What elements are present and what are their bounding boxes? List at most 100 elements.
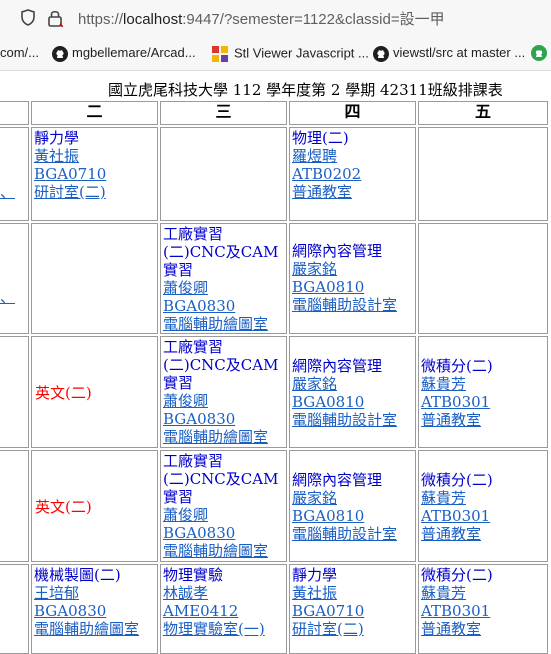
course-name: 網際內容管理 <box>292 471 383 489</box>
teacher-link[interactable]: 蘇貴芳 <box>421 584 545 602</box>
schedule-cell: 靜力學 黃社振 BGA0710 研討室(二) <box>289 564 416 654</box>
green-extension-icon[interactable] <box>531 44 547 62</box>
teacher-link[interactable]: 蘇貴芳 <box>421 375 545 393</box>
course-name: 靜力學 <box>34 129 80 147</box>
course-name: 微積分(二) <box>421 357 493 375</box>
place-link[interactable]: 研討室(二) <box>34 183 155 201</box>
schedule-cell: 網際內容管理 嚴家銘 BGA0810 電腦輔助設計室 <box>289 223 416 334</box>
teacher-link[interactable]: 黃社振 <box>34 147 155 165</box>
place-link[interactable]: 普通教室 <box>421 411 545 429</box>
github-icon <box>52 45 68 62</box>
url-prefix: https:// <box>78 11 124 28</box>
place-link[interactable]: 電腦輔助繪圖室 <box>163 542 284 560</box>
place-link[interactable]: 電腦輔助設計室 <box>292 525 413 543</box>
stl-icon <box>212 46 228 62</box>
schedule-cell: 微積分(二) 蘇貴芳 ATB0301 普通教室 <box>418 450 548 562</box>
bookmark-item[interactable]: Stl Viewer Javascript ... <box>211 45 369 63</box>
place-link[interactable]: 電腦輔助設計室 <box>292 411 413 429</box>
course-name: 物理實驗 <box>163 566 224 584</box>
course-name: 微積分(二) <box>421 471 493 489</box>
left-partial-header <box>0 101 29 125</box>
room-link[interactable]: BGA0710 <box>34 165 155 183</box>
left-partial-cell <box>0 450 29 562</box>
bookmark-label: mgbellemare/Arcad... <box>72 45 196 60</box>
schedule-cell: 機械製圖(二) 王培郁 BGA0830 電腦輔助繪圖室 <box>31 564 158 654</box>
bookmark-item[interactable]: mgbellemare/Arcad... <box>52 45 196 62</box>
schedule-cell-empty <box>160 127 287 221</box>
room-link[interactable]: ATB0301 <box>421 507 545 525</box>
room-link[interactable]: BGA0810 <box>292 278 413 296</box>
teacher-link[interactable]: 蕭俊卿 <box>163 279 284 297</box>
left-mark-link[interactable]: 、 <box>0 183 26 201</box>
course-name: 工廠實習(二)CNC及CAM實習 <box>163 338 279 392</box>
place-link[interactable]: 電腦輔助繪圖室 <box>34 620 155 638</box>
teacher-link[interactable]: 黃社振 <box>292 584 413 602</box>
place-link[interactable]: 電腦輔助繪圖室 <box>163 428 284 446</box>
url-text[interactable]: https://localhost:9447/?semester=1122&cl… <box>78 8 445 29</box>
teacher-link[interactable]: 嚴家銘 <box>292 260 413 278</box>
course-name: 工廠實習(二)CNC及CAM實習 <box>163 225 279 279</box>
room-link[interactable]: BGA0810 <box>292 507 413 525</box>
bookmark-label: com/... <box>0 45 40 60</box>
course-name-english: 英文(二) <box>35 498 92 516</box>
room-link[interactable]: ATB0202 <box>292 165 413 183</box>
teacher-link[interactable]: 王培郁 <box>34 584 155 602</box>
teacher-link[interactable]: 嚴家銘 <box>292 489 413 507</box>
bookmark-label: Stl Viewer Javascript ... <box>234 45 369 61</box>
teacher-link[interactable]: 蕭俊卿 <box>163 506 284 524</box>
room-link[interactable]: ATB0301 <box>421 602 545 620</box>
day-header-thu: 四 <box>289 101 416 125</box>
left-partial-cell <box>0 564 29 654</box>
schedule-cell: 網際內容管理 嚴家銘 BGA0810 電腦輔助設計室 <box>289 450 416 562</box>
left-partial-cell <box>0 336 29 448</box>
teacher-link[interactable]: 羅煜聘 <box>292 147 413 165</box>
address-bar[interactable]: https://localhost:9447/?semester=1122&cl… <box>0 0 551 36</box>
teacher-link[interactable]: 嚴家銘 <box>292 375 413 393</box>
teacher-link[interactable]: 蘇貴芳 <box>421 489 545 507</box>
schedule-cell: 微積分(二) 蘇貴芳 ATB0301 普通教室 <box>418 336 548 448</box>
place-link[interactable]: 普通教室 <box>421 620 545 638</box>
place-link[interactable]: 研討室(二) <box>292 620 413 638</box>
place-link[interactable]: 普通教室 <box>292 183 413 201</box>
course-name: 工廠實習(二)CNC及CAM實習 <box>163 452 279 506</box>
place-link[interactable]: 電腦輔助繪圖室 <box>163 315 284 333</box>
schedule-cell: 工廠實習(二)CNC及CAM實習 蕭俊卿 BGA0830 電腦輔助繪圖室 <box>160 450 287 562</box>
schedule-cell-empty <box>31 223 158 334</box>
github-icon <box>373 45 389 62</box>
bookmark-item[interactable]: viewstl/src at master ... <box>373 45 525 62</box>
place-link[interactable]: 普通教室 <box>421 525 545 543</box>
room-link[interactable]: AME0412 <box>163 602 284 620</box>
room-link[interactable]: ATB0301 <box>421 393 545 411</box>
day-header-tue: 二 <box>31 101 158 125</box>
left-mark-link[interactable]: 、 <box>0 288 26 306</box>
bookmark-label: viewstl/src at master ... <box>393 45 526 60</box>
course-name: 網際內容管理 <box>292 242 383 260</box>
lock-icon[interactable] <box>47 9 63 27</box>
bookmark-item[interactable]: com/... <box>0 45 39 60</box>
schedule-cell: 物理(二) 羅煜聘 ATB0202 普通教室 <box>289 127 416 221</box>
schedule-cell: 靜力學 黃社振 BGA0710 研討室(二) <box>31 127 158 221</box>
room-link[interactable]: BGA0830 <box>163 297 284 315</box>
teacher-link[interactable]: 林誠孝 <box>163 584 284 602</box>
page-title-row: 國立虎尾科技大學 112 學年度第 2 學期 42311班級排課表 <box>0 79 551 99</box>
room-link[interactable]: BGA0830 <box>34 602 155 620</box>
room-link[interactable]: BGA0830 <box>163 410 284 428</box>
day-header-fri: 五 <box>418 101 548 125</box>
room-link[interactable]: BGA0810 <box>292 393 413 411</box>
room-link[interactable]: BGA0830 <box>163 524 284 542</box>
place-link[interactable]: 電腦輔助設計室 <box>292 296 413 314</box>
schedule-cell: 工廠實習(二)CNC及CAM實習 蕭俊卿 BGA0830 電腦輔助繪圖室 <box>160 336 287 448</box>
schedule-cell: 網際內容管理 嚴家銘 BGA0810 電腦輔助設計室 <box>289 336 416 448</box>
teacher-link[interactable]: 蕭俊卿 <box>163 392 284 410</box>
left-partial-cell: 、 <box>0 127 29 221</box>
schedule-cell: 工廠實習(二)CNC及CAM實習 蕭俊卿 BGA0830 電腦輔助繪圖室 <box>160 223 287 334</box>
schedule-cell-empty <box>418 127 548 221</box>
shield-icon[interactable] <box>21 9 35 26</box>
schedule-cell: 英文(二) <box>31 450 158 562</box>
course-name: 物理(二) <box>292 129 349 147</box>
course-name-english: 英文(二) <box>35 384 92 402</box>
place-link[interactable]: 物理實驗室(一) <box>163 620 284 638</box>
room-link[interactable]: BGA0710 <box>292 602 413 620</box>
schedule-cell: 英文(二) <box>31 336 158 448</box>
schedule-cell: 物理實驗 林誠孝 AME0412 物理實驗室(一) <box>160 564 287 654</box>
